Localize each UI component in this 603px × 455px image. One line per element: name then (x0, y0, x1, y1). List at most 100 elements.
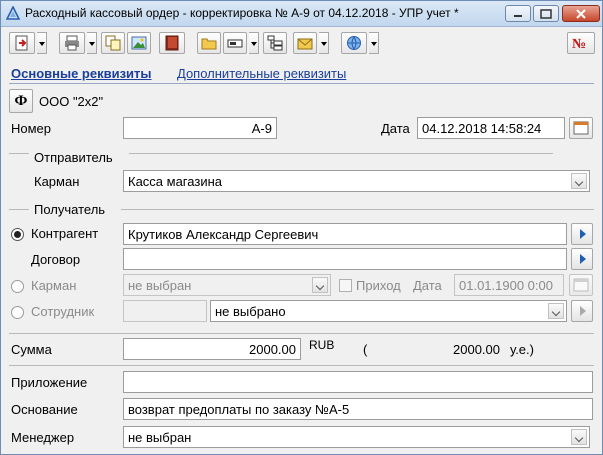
receiver-bottom-line (9, 333, 594, 334)
tab-divider (9, 83, 594, 84)
field-button[interactable] (223, 32, 247, 54)
chevron-down-icon[interactable] (571, 173, 587, 189)
copy-button[interactable] (101, 32, 125, 54)
receiver-line-right (121, 209, 594, 210)
sender-pocket-value: Касса магазина (128, 174, 222, 189)
counterparty-open-button[interactable] (571, 223, 593, 245)
counterparty-radio[interactable] (11, 228, 24, 241)
print-button[interactable] (59, 32, 85, 54)
ue-value: 2000.00 (453, 342, 500, 357)
sender-pocket-select[interactable]: Касса магазина (123, 170, 590, 192)
income-checkbox (339, 279, 352, 292)
sender-line-right (129, 153, 553, 154)
field-dropdown-arrow[interactable] (249, 32, 259, 54)
ue-open-paren: ( (363, 342, 368, 357)
organization-name: ООО "2х2" (39, 94, 104, 109)
sender-line-left (9, 153, 29, 154)
mail-dropdown-arrow[interactable] (319, 32, 329, 54)
income-date-label: Дата (413, 278, 442, 293)
counterparty-label: Контрагент (31, 226, 99, 241)
income-date-field: 01.01.1900 0:00 (454, 274, 564, 296)
sender-section-label: Отправитель (34, 150, 113, 165)
app-logo-icon (6, 6, 20, 20)
employee-code-field (123, 300, 207, 322)
close-icon (576, 8, 586, 19)
ue-suffix: у.е.) (510, 342, 534, 357)
printer-icon (65, 35, 79, 51)
receiver-line-left (9, 209, 29, 210)
attachment-field[interactable] (123, 371, 593, 393)
tab-additional-details[interactable]: Дополнительные реквизиты (177, 66, 346, 81)
currency-label: RUB (309, 338, 335, 352)
basis-field[interactable]: возврат предоплаты по заказу №А-5 (123, 398, 593, 420)
image-button[interactable] (127, 32, 151, 54)
folder-icon (201, 38, 217, 50)
web-button[interactable] (341, 32, 367, 54)
print-dropdown-arrow[interactable] (87, 32, 97, 54)
maximize-button[interactable] (533, 5, 559, 22)
chevron-down-icon[interactable] (571, 429, 587, 445)
maximize-icon (540, 8, 552, 19)
receiver-pocket-radio[interactable] (11, 280, 24, 293)
numero-icon: № (572, 37, 586, 51)
journal-button[interactable] (159, 32, 185, 54)
minimize-icon (514, 14, 522, 17)
envelope-icon (297, 38, 313, 50)
sum-label: Сумма (11, 342, 52, 357)
calendar-button[interactable] (569, 117, 593, 139)
window-title: Расходный кассовый ордер - корректировка… (25, 6, 459, 20)
number-field[interactable]: А-9 (123, 117, 277, 139)
chevron-down-icon[interactable] (548, 303, 564, 319)
hierarchy-icon (267, 35, 283, 51)
manager-value: не выбран (128, 430, 192, 445)
globe-icon (347, 36, 361, 50)
save-document-icon (15, 35, 28, 51)
contract-field[interactable] (123, 248, 567, 270)
save-dropdown-arrow[interactable] (37, 32, 47, 54)
picture-icon (131, 36, 147, 50)
counterparty-field[interactable]: Крутиков Александр Сергеевич (123, 223, 567, 245)
text-field-icon (227, 39, 243, 48)
book-icon (165, 35, 179, 51)
manager-label: Менеджер (11, 430, 75, 445)
income-calendar-button (569, 274, 593, 296)
employee-open-button (571, 300, 593, 322)
sum-divider (9, 365, 594, 366)
contract-open-button[interactable] (571, 248, 593, 270)
receiver-section-label: Получатель (34, 202, 106, 217)
employee-value: не выбрано (215, 304, 286, 319)
mail-button[interactable] (293, 32, 317, 54)
minimize-button[interactable] (505, 5, 531, 22)
folder-button[interactable] (197, 32, 221, 54)
title-bar[interactable]: Расходный кассовый ордер - корректировка… (1, 1, 602, 27)
web-dropdown-arrow[interactable] (369, 32, 379, 54)
date-label: Дата (381, 121, 410, 136)
number-button[interactable]: № (567, 32, 595, 54)
sum-field[interactable]: 2000.00 (123, 338, 301, 360)
employee-label: Сотрудник (31, 304, 95, 319)
employee-select[interactable]: не выбрано (210, 300, 567, 322)
structure-button[interactable] (263, 32, 287, 54)
copy-icon (105, 35, 121, 51)
receiver-pocket-value: не выбран (128, 278, 192, 293)
attachment-label: Приложение (11, 375, 88, 390)
contract-label: Договор (31, 252, 81, 267)
manager-select[interactable]: не выбран (123, 426, 590, 448)
tab-main-details[interactable]: Основные реквизиты (11, 66, 152, 81)
org-letter-icon: Ф (14, 92, 28, 109)
close-button[interactable] (562, 5, 600, 22)
number-label: Номер (11, 121, 52, 136)
svg-text:№: № (572, 37, 586, 51)
date-field[interactable]: 04.12.2018 14:58:24 (417, 117, 565, 139)
chevron-down-icon (312, 277, 328, 293)
receiver-pocket-label: Карман (31, 278, 77, 293)
receiver-pocket-select: не выбран (123, 274, 331, 296)
sender-pocket-label: Карман (34, 174, 80, 189)
organization-button[interactable]: Ф (9, 89, 33, 113)
income-label: Приход (356, 278, 401, 293)
basis-label: Основание (11, 402, 78, 417)
toolbar: № (1, 28, 602, 58)
document-window: Расходный кассовый ордер - корректировка… (0, 0, 603, 455)
employee-radio[interactable] (11, 306, 24, 319)
save-close-button[interactable] (9, 32, 35, 54)
